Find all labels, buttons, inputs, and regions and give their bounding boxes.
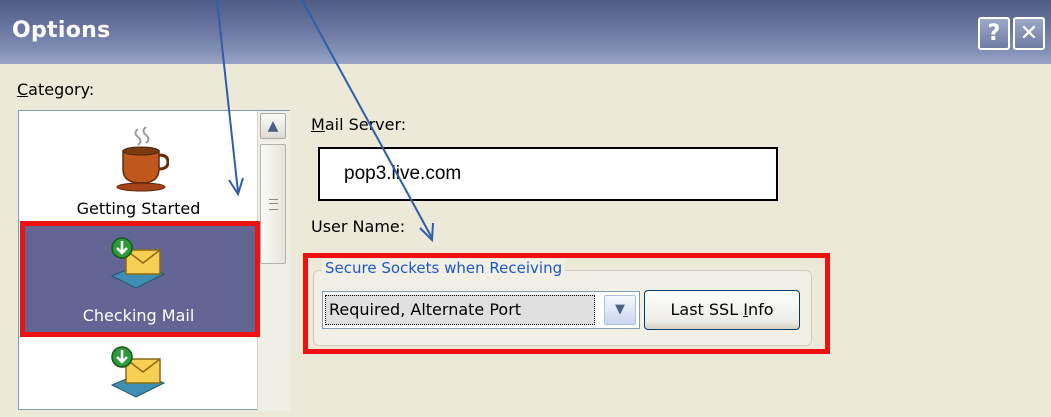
annotation-arrow-checking-mail (216, 0, 239, 193)
annotation-arrows (216, 0, 434, 243)
annotation-arrow-secure-sockets (301, 0, 433, 239)
